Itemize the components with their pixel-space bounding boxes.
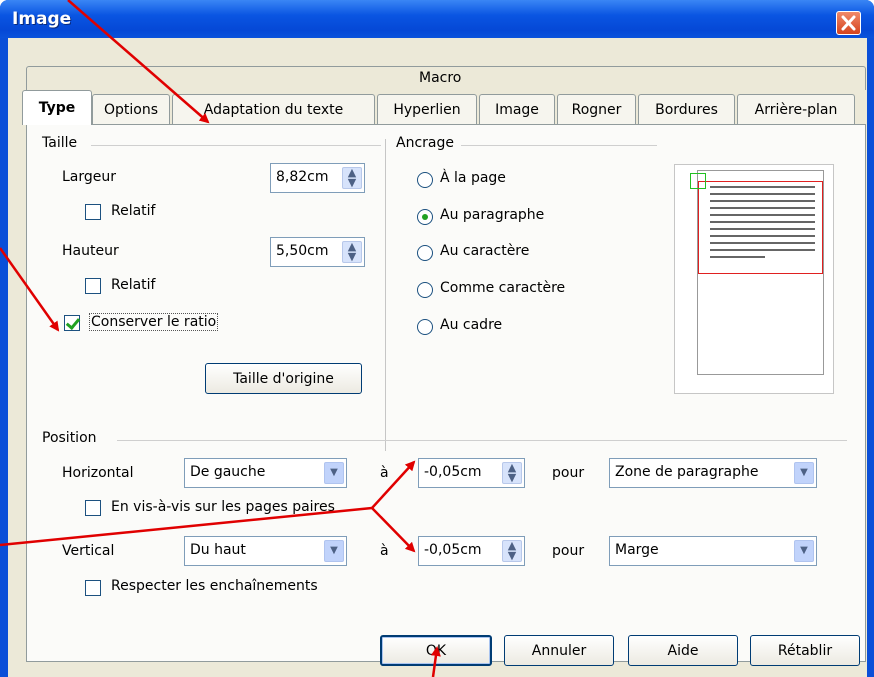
horizontal-pour-value: Zone de paragraphe (615, 464, 759, 480)
tab-macro[interactable]: Macro (26, 66, 866, 90)
cancel-label: Annuler (531, 642, 587, 659)
reset-button[interactable]: Rétablir (750, 635, 860, 666)
ok-label: OK (425, 642, 447, 659)
hauteur-label: Hauteur (62, 243, 119, 259)
tab-bordures-label: Bordures (655, 101, 718, 118)
preview-anchor-marker (690, 173, 706, 189)
vertical-pour-select[interactable]: Marge ▼ (609, 536, 817, 566)
pour-label-vertical: pour (552, 543, 585, 559)
tab-adaptation-label: Adaptation du texte (203, 101, 344, 118)
horizontal-select[interactable]: De gauche ▼ (184, 458, 347, 488)
chevron-down-icon[interactable]: ▼ (794, 462, 814, 484)
mirror-checkbox[interactable] (85, 500, 101, 516)
preview-page (690, 170, 824, 375)
a-label-horizontal: à (380, 465, 389, 481)
vertical-offset-spinbox[interactable]: -0,05cm ▲ ▼ (418, 536, 525, 566)
horizontal-offset-spin-icon[interactable]: ▲ ▼ (502, 462, 522, 484)
keep-ratio-checkbox[interactable] (64, 315, 80, 331)
vertical-pour-value: Marge (615, 542, 659, 558)
tab-image-label: Image (495, 101, 539, 118)
position-legend: Position (42, 430, 97, 446)
hauteur-spinbox[interactable]: 5,50cm ▲ ▼ (270, 237, 365, 267)
taille-legend: Taille (42, 135, 78, 151)
tab-options-label: Options (103, 101, 159, 118)
tab-arriere-plan-label: Arrière-plan (754, 101, 838, 118)
reset-label: Rétablir (777, 642, 833, 659)
ok-button[interactable]: OK (380, 635, 492, 666)
close-button[interactable] (836, 11, 861, 35)
hauteur-spin-icon[interactable]: ▲ ▼ (342, 241, 362, 263)
relatif-width-checkbox[interactable] (85, 204, 101, 220)
vertical-offset-spin-icon[interactable]: ▲ ▼ (502, 540, 522, 562)
chevron-down-icon[interactable]: ▼ (324, 462, 344, 484)
help-label: Aide (667, 642, 699, 659)
taille-divider (91, 145, 381, 146)
largeur-spinbox[interactable]: 8,82cm ▲ ▼ (270, 163, 365, 193)
horizontal-label: Horizontal (62, 465, 134, 481)
anchor-as-character-label: Comme caractère (440, 280, 566, 296)
anchor-as-character-radio[interactable] (417, 282, 433, 298)
mirror-label: En vis-à-vis sur les pages paires (111, 499, 335, 515)
follow-flow-checkbox[interactable] (85, 580, 101, 596)
tab-adaptation[interactable]: Adaptation du texte (172, 94, 375, 124)
horizontal-value: De gauche (190, 464, 266, 480)
pour-label-horizontal: pour (552, 465, 585, 481)
close-icon (841, 15, 856, 31)
chevron-down-icon[interactable]: ▼ (794, 540, 814, 562)
tab-bordures[interactable]: Bordures (638, 94, 735, 124)
anchor-page-label: À la page (440, 170, 506, 186)
relatif-height-label: Relatif (111, 277, 156, 293)
tab-rogner-label: Rogner (571, 101, 622, 118)
largeur-value: 8,82cm (276, 169, 329, 185)
vertical-offset-value: -0,05cm (424, 542, 482, 558)
original-size-button[interactable]: Taille d'origine (205, 363, 362, 394)
anchor-character-label: Au caractère (440, 243, 530, 259)
anchor-character-radio[interactable] (417, 245, 433, 261)
horizontal-pour-select[interactable]: Zone de paragraphe ▼ (609, 458, 817, 488)
tab-image[interactable]: Image (479, 94, 555, 124)
title-bar[interactable]: Image (0, 0, 874, 38)
a-label-vertical: à (380, 543, 389, 559)
hauteur-value: 5,50cm (276, 243, 329, 259)
position-divider (117, 440, 847, 441)
vertical-label: Vertical (62, 543, 115, 559)
largeur-label-text: Largeur (62, 169, 117, 185)
vertical-value: Du haut (190, 542, 246, 558)
tab-arriere-plan[interactable]: Arrière-plan (737, 94, 855, 124)
vertical-select[interactable]: Du haut ▼ (184, 536, 347, 566)
keep-ratio-label: Conserver le ratio (89, 313, 219, 331)
anchor-page-radio[interactable] (417, 172, 433, 188)
anchor-frame-label: Au cadre (440, 317, 503, 333)
ancrage-legend: Ancrage (396, 135, 454, 151)
anchor-paragraph-radio[interactable] (417, 209, 433, 225)
tab-options[interactable]: Options (92, 94, 170, 124)
anchor-paragraph-label: Au paragraphe (440, 207, 545, 223)
tab-macro-label: Macro (419, 70, 462, 86)
ancrage-divider (461, 145, 657, 146)
tab-hyperlien[interactable]: Hyperlien (377, 94, 477, 124)
tab-type[interactable]: Type (22, 90, 92, 125)
follow-flow-label: Respecter les enchaînements (111, 578, 318, 594)
anchor-frame-radio[interactable] (417, 319, 433, 335)
largeur-spin-icon[interactable]: ▲ ▼ (342, 167, 362, 189)
chevron-down-icon[interactable]: ▼ (324, 540, 344, 562)
tab-hyperlien-label: Hyperlien (393, 101, 461, 118)
horizontal-offset-spinbox[interactable]: -0,05cm ▲ ▼ (418, 458, 525, 488)
relatif-width-label: Relatif (111, 203, 156, 219)
original-size-label: Taille d'origine (233, 370, 334, 387)
tab-type-label: Type (38, 100, 76, 116)
tab-rogner[interactable]: Rogner (557, 94, 636, 124)
preview-text-lines (710, 186, 815, 258)
cancel-button[interactable]: Annuler (504, 635, 614, 666)
anchor-preview (674, 164, 834, 394)
largeur-label: Largeur (62, 169, 117, 185)
group-separator (385, 139, 386, 451)
window-title: Image (12, 9, 72, 29)
horizontal-offset-value: -0,05cm (424, 464, 482, 480)
relatif-height-checkbox[interactable] (85, 278, 101, 294)
help-button[interactable]: Aide (628, 635, 738, 666)
